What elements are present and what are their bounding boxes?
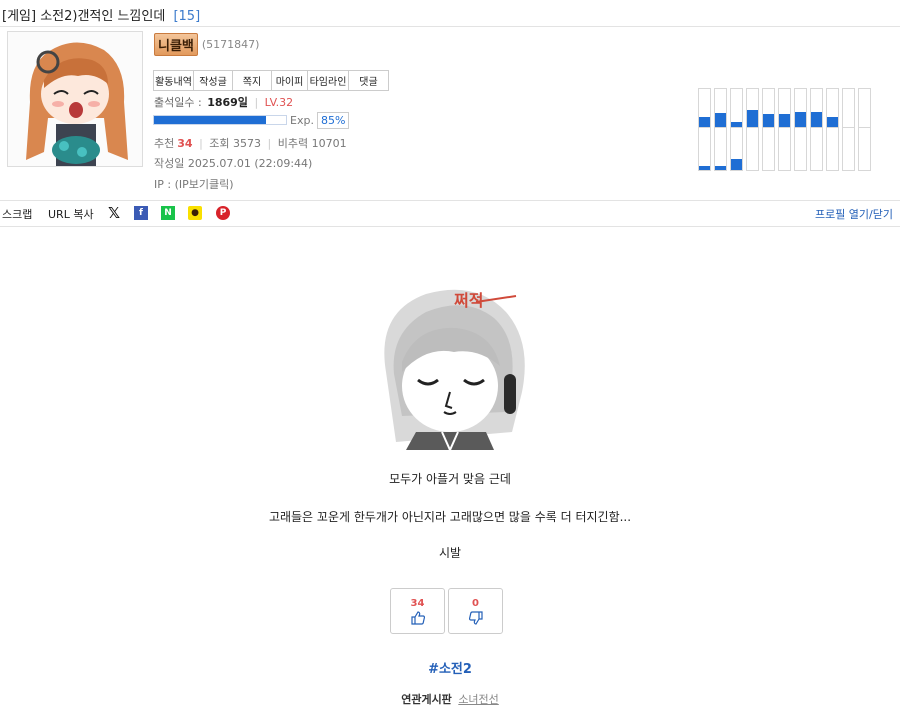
attendance-label: 출석일수 : — [154, 96, 202, 109]
exp-bar-fill — [154, 116, 267, 124]
activity-graph-down-bar — [699, 166, 710, 170]
post-stats: 추천 34 | 조회 3573 | 비추력 10701 — [154, 137, 347, 150]
member-id: (5171847) — [201, 38, 260, 51]
exp-bar — [153, 115, 287, 125]
content-line-3: 시발 — [438, 546, 462, 560]
content-line-1: 모두가 아플거 맞음 근데 — [389, 472, 511, 486]
naver-icon[interactable]: N — [161, 206, 175, 220]
activity-graph-up-bar — [827, 117, 838, 127]
scrap-button[interactable]: 스크랩 — [2, 206, 32, 222]
divider — [0, 200, 900, 201]
bichu-label: 비추력 — [277, 137, 309, 150]
profile-toggle-link[interactable]: 프로필 열기/닫기 — [815, 206, 893, 222]
thumbs-down-icon — [449, 610, 502, 629]
level: LV.32 — [264, 96, 294, 109]
nickname-row: 니클백 (5171847) — [154, 33, 259, 56]
tab-mypi[interactable]: 마이피 — [272, 71, 308, 90]
exp-label-row: Exp. 85% — [290, 112, 350, 129]
emoticon-image: 쩌적 — [384, 289, 525, 450]
activity-graph-down-bar — [715, 166, 726, 170]
tab-activity[interactable]: 활동내역 — [154, 71, 194, 90]
activity-graph-up-bar — [779, 114, 790, 127]
activity-graph-column — [810, 88, 823, 171]
tab-posts[interactable]: 작성글 — [194, 71, 233, 90]
activity-graph-column — [698, 88, 711, 171]
downvote-button[interactable]: 0 — [448, 588, 503, 634]
activity-graph-column — [778, 88, 791, 171]
activity-graph-up-bar — [795, 112, 806, 127]
activity-graph-up-bar — [763, 114, 774, 127]
tab-messages[interactable]: 쪽지 — [233, 71, 272, 90]
activity-graph-up-bar — [715, 113, 726, 127]
activity-graph-down-bar — [731, 159, 742, 170]
upvote-button[interactable]: 34 — [390, 588, 445, 634]
related-label: 연관게시판 — [401, 693, 452, 706]
x-icon[interactable]: 𝕏 — [107, 206, 121, 221]
activity-graph-up-bar — [747, 110, 758, 127]
upvote-count: 34 — [410, 598, 425, 609]
activity-graph-column — [714, 88, 727, 171]
comment-count[interactable]: [15] — [173, 9, 200, 24]
views-value: 3573 — [233, 137, 262, 150]
url-copy-button[interactable]: URL 복사 — [48, 206, 94, 222]
activity-graph-up-bar — [811, 112, 822, 127]
tab-comments[interactable]: 댓글 — [349, 71, 388, 90]
attendance-row: 출석일수 : 1869일 | LV.32 — [154, 96, 294, 109]
tab-timeline[interactable]: 타임라인 — [308, 71, 349, 90]
activity-graph-column — [858, 88, 871, 171]
post-date: 작성일 2025.07.01 (22:09:44) — [154, 157, 313, 170]
recommend-label: 추천 — [154, 137, 175, 150]
related-board-link[interactable]: 소녀전선 — [458, 693, 498, 706]
post-title-row: [게임] 소전2)갠적인 느낌인데 [15] — [2, 5, 200, 24]
downvote-count: 0 — [472, 598, 479, 609]
activity-graph-up-bar — [731, 122, 742, 127]
activity-graph-column — [794, 88, 807, 171]
post-title: [게임] 소전2)갠적인 느낌인데 — [2, 9, 166, 24]
facebook-icon[interactable]: f — [134, 206, 148, 220]
activity-graph-column — [730, 88, 743, 171]
recommend-value: 34 — [177, 137, 193, 150]
post-tag[interactable]: #소전2 — [0, 658, 900, 677]
emoticon-text: 쩌적 — [454, 291, 483, 310]
content-line-2: 고래들은 꼬운게 한두개가 아닌지라 고래많으면 많을 수록 더 터지긴함... — [268, 510, 632, 524]
ip-link[interactable]: IP : (IP보기클릭) — [154, 176, 234, 192]
divider — [0, 26, 900, 27]
divider — [0, 226, 900, 227]
pinterest-icon[interactable]: P — [216, 206, 230, 220]
activity-graph-column — [746, 88, 759, 171]
nickname[interactable]: 니클백 — [154, 33, 198, 56]
profile-tabs: 활동내역 작성글 쪽지 마이피 타임라인 댓글 — [153, 70, 389, 91]
avatar[interactable] — [7, 31, 143, 167]
thumbs-up-icon — [391, 610, 444, 629]
views-label: 조회 — [209, 137, 230, 150]
exp-percent: 85% — [316, 112, 350, 129]
kakao-icon[interactable]: ● — [188, 206, 202, 220]
activity-graph-column — [842, 88, 855, 171]
activity-graph-column — [762, 88, 775, 171]
activity-graph-up-bar — [699, 117, 710, 127]
bichu-value: 10701 — [311, 137, 347, 150]
attendance-value: 1869일 — [207, 96, 248, 109]
activity-graph-column — [826, 88, 839, 171]
exp-label: Exp. — [290, 114, 314, 127]
